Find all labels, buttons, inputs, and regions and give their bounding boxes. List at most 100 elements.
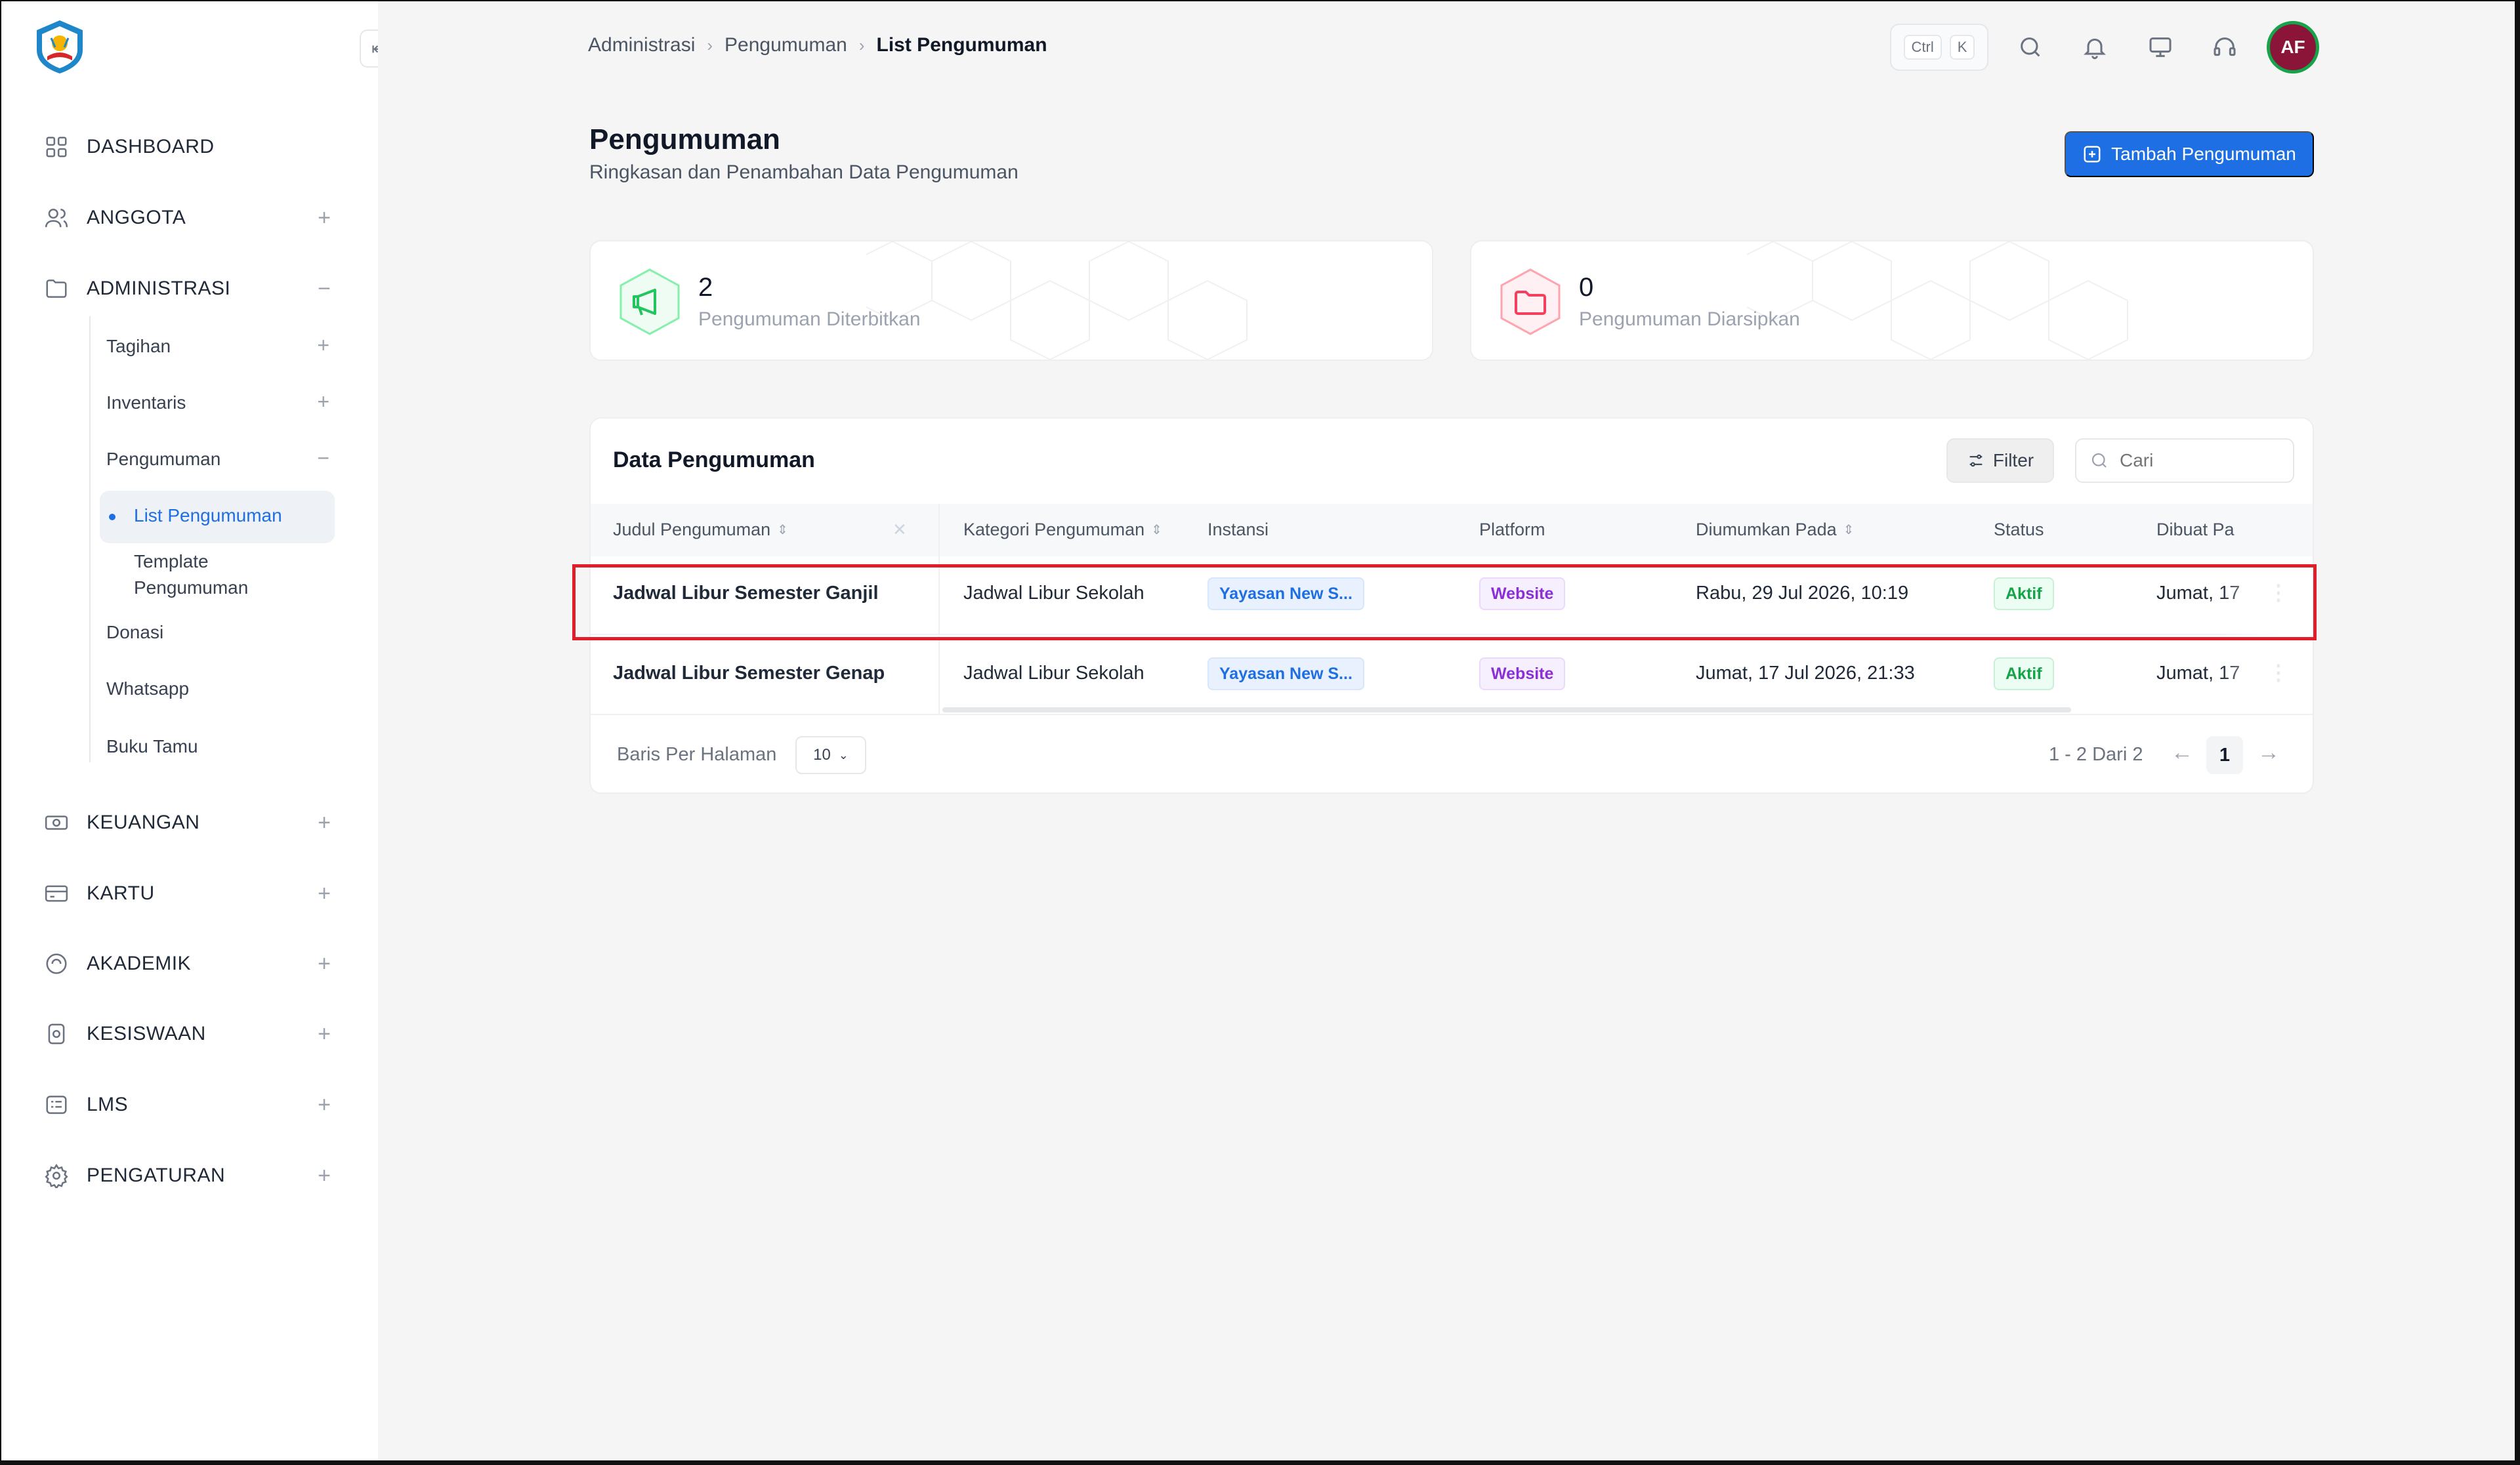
column-header-platform[interactable]: Platform <box>1479 520 1545 540</box>
monitor-icon[interactable] <box>2143 30 2177 64</box>
users-icon <box>42 203 71 232</box>
stat-value: 2 <box>698 273 713 302</box>
cell-diumumkan: Rabu, 29 Jul 2026, 10:19 <box>1696 583 1909 604</box>
sliders-icon <box>1969 454 1983 467</box>
stat-value: 0 <box>1579 273 1594 302</box>
table-header: Judul Pengumuman ⇕ ✕ Kategori Pengumuman ⇕… <box>591 504 2313 556</box>
folder-icon <box>1500 268 1561 335</box>
stat-card-archived: 0 Pengumuman Diarsipkan <box>1470 240 2314 361</box>
column-label: Status <box>1994 520 2044 539</box>
page-title: Pengumuman <box>589 123 780 155</box>
sidebar-sub-donasi[interactable]: Donasi <box>106 622 329 643</box>
sidebar-item-dashboard[interactable]: DASHBOARD <box>42 127 331 167</box>
sidebar-item-pengaturan[interactable]: PENGATURAN + <box>42 1156 331 1195</box>
stat-label: Pengumuman Diarsipkan <box>1579 308 1800 330</box>
breadcrumb-item[interactable]: Administrasi <box>588 34 695 56</box>
column-header-dibuat[interactable]: Dibuat Pa <box>2156 520 2235 540</box>
expand-icon[interactable]: + <box>318 951 331 977</box>
expand-icon[interactable]: + <box>317 390 329 414</box>
column-divider <box>938 556 940 635</box>
instansi-badge: Yayasan New S... <box>1208 577 1364 610</box>
column-label: Instansi <box>1208 520 1269 539</box>
add-button-label: Tambah Pengumuman <box>2111 144 2296 164</box>
filter-button[interactable]: Filter <box>1946 438 2054 483</box>
add-announcement-button[interactable]: Tambah Pengumuman <box>2065 131 2314 177</box>
lms-icon <box>42 1090 71 1119</box>
arrow-right-icon[interactable]: → <box>2258 740 2280 766</box>
platform-badge: Website <box>1479 577 1566 610</box>
sidebar: DASHBOARD ANGGOTA + ADMINISTRASI − Tagih… <box>1 1 378 1460</box>
sidebar-item-anggota[interactable]: ANGGOTA + <box>42 198 331 237</box>
app-window: DASHBOARD ANGGOTA + ADMINISTRASI − Tagih… <box>1 1 2515 1460</box>
sidebar-item-lms[interactable]: LMS + <box>42 1085 331 1125</box>
expand-icon[interactable]: + <box>318 205 331 231</box>
search-icon[interactable] <box>2013 30 2048 64</box>
support-icon[interactable] <box>2208 30 2242 64</box>
sidebar-sub-inventaris[interactable]: Inventaris + <box>106 390 329 414</box>
command-palette-shortcut[interactable]: Ctrl K <box>1890 24 1988 71</box>
sidebar-item-label: KARTU <box>87 882 155 904</box>
table-title: Data Pengumuman <box>613 447 815 472</box>
bell-icon[interactable] <box>2078 30 2112 64</box>
academic-icon <box>42 949 71 978</box>
sidebar-item-label: ANGGOTA <box>87 207 186 228</box>
unpin-icon[interactable]: ✕ <box>892 520 907 540</box>
page-number-button[interactable]: 1 <box>2206 736 2243 774</box>
sidebar-sub-template-pengumuman[interactable]: Template Pengumuman <box>134 548 357 601</box>
sidebar-item-kartu[interactable]: KARTU + <box>42 874 331 913</box>
sidebar-item-administrasi[interactable]: ADMINISTRASI − <box>42 269 331 308</box>
sidebar-item-label: ADMINISTRASI <box>87 278 231 299</box>
column-header-status[interactable]: Status <box>1994 520 2044 540</box>
collapse-icon[interactable]: − <box>317 446 329 470</box>
sidebar-item-label: DASHBOARD <box>87 136 215 157</box>
breadcrumb-current: List Pengumuman <box>876 34 1047 56</box>
expand-icon[interactable]: + <box>318 1021 331 1047</box>
money-icon <box>42 808 71 837</box>
collapse-icon[interactable]: − <box>318 276 331 302</box>
folder-icon <box>42 274 71 303</box>
column-divider <box>938 504 940 556</box>
table-row[interactable]: Jadwal Libur Semester Ganjil Jadwal Libu… <box>591 556 2313 635</box>
instansi-badge: Yayasan New S... <box>1208 657 1364 690</box>
expand-icon[interactable]: + <box>318 810 331 836</box>
cell-kategori: Jadwal Libur Sekolah <box>963 663 1144 684</box>
breadcrumb-item[interactable]: Pengumuman <box>724 34 847 56</box>
column-header-diumumkan[interactable]: Diumumkan Pada ⇕ <box>1696 520 1854 540</box>
column-header-judul[interactable]: Judul Pengumuman ⇕ <box>613 520 788 540</box>
sub-label: Buku Tamu <box>106 736 198 756</box>
sidebar-sub-buku-tamu[interactable]: Buku Tamu <box>106 736 329 757</box>
sidebar-item-akademik[interactable]: AKADEMIK + <box>42 944 331 983</box>
horizontal-scrollbar[interactable] <box>942 707 2071 712</box>
arrow-left-icon[interactable]: ← <box>2171 740 2193 766</box>
status-badge: Aktif <box>1994 657 2054 690</box>
sidebar-item-label: KESISWAAN <box>87 1023 206 1044</box>
platform-badge: Website <box>1479 657 1566 690</box>
grid-icon <box>42 133 71 161</box>
column-header-kategori[interactable]: Kategori Pengumuman ⇕ <box>963 520 1162 540</box>
expand-icon[interactable]: + <box>317 333 329 358</box>
sub-label: Inventaris <box>106 392 186 413</box>
table-search[interactable] <box>2075 438 2294 483</box>
sub-label: Donasi <box>106 622 164 642</box>
cell-judul: Jadwal Libur Semester Ganjil <box>613 583 879 604</box>
filter-label: Filter <box>1992 450 2034 470</box>
user-avatar[interactable]: AF <box>2267 21 2319 73</box>
search-input[interactable] <box>2120 450 2277 471</box>
column-label: Judul Pengumuman <box>613 520 771 539</box>
sidebar-sub-whatsapp[interactable]: Whatsapp <box>106 678 329 699</box>
rows-per-page-label: Baris Per Halaman <box>617 744 777 765</box>
rows-per-page-select[interactable]: 10 ⌄ <box>795 736 866 774</box>
sidebar-item-kesiswaan[interactable]: KESISWAAN + <box>42 1014 331 1054</box>
expand-icon[interactable]: + <box>318 881 331 907</box>
submenu-line <box>89 316 91 762</box>
student-icon <box>42 1020 71 1048</box>
table-row[interactable]: Jadwal Libur Semester Genap Jadwal Libur… <box>591 636 2313 715</box>
column-header-instansi[interactable]: Instansi <box>1208 520 1269 540</box>
sort-icon: ⇕ <box>1843 523 1855 537</box>
expand-icon[interactable]: + <box>318 1163 331 1189</box>
sidebar-item-keuangan[interactable]: KEUANGAN + <box>42 803 331 842</box>
sidebar-sub-pengumuman[interactable]: Pengumuman − <box>106 446 329 470</box>
sidebar-sub-tagihan[interactable]: Tagihan + <box>106 333 329 358</box>
expand-icon[interactable]: + <box>318 1092 331 1118</box>
app-logo[interactable] <box>32 18 88 75</box>
